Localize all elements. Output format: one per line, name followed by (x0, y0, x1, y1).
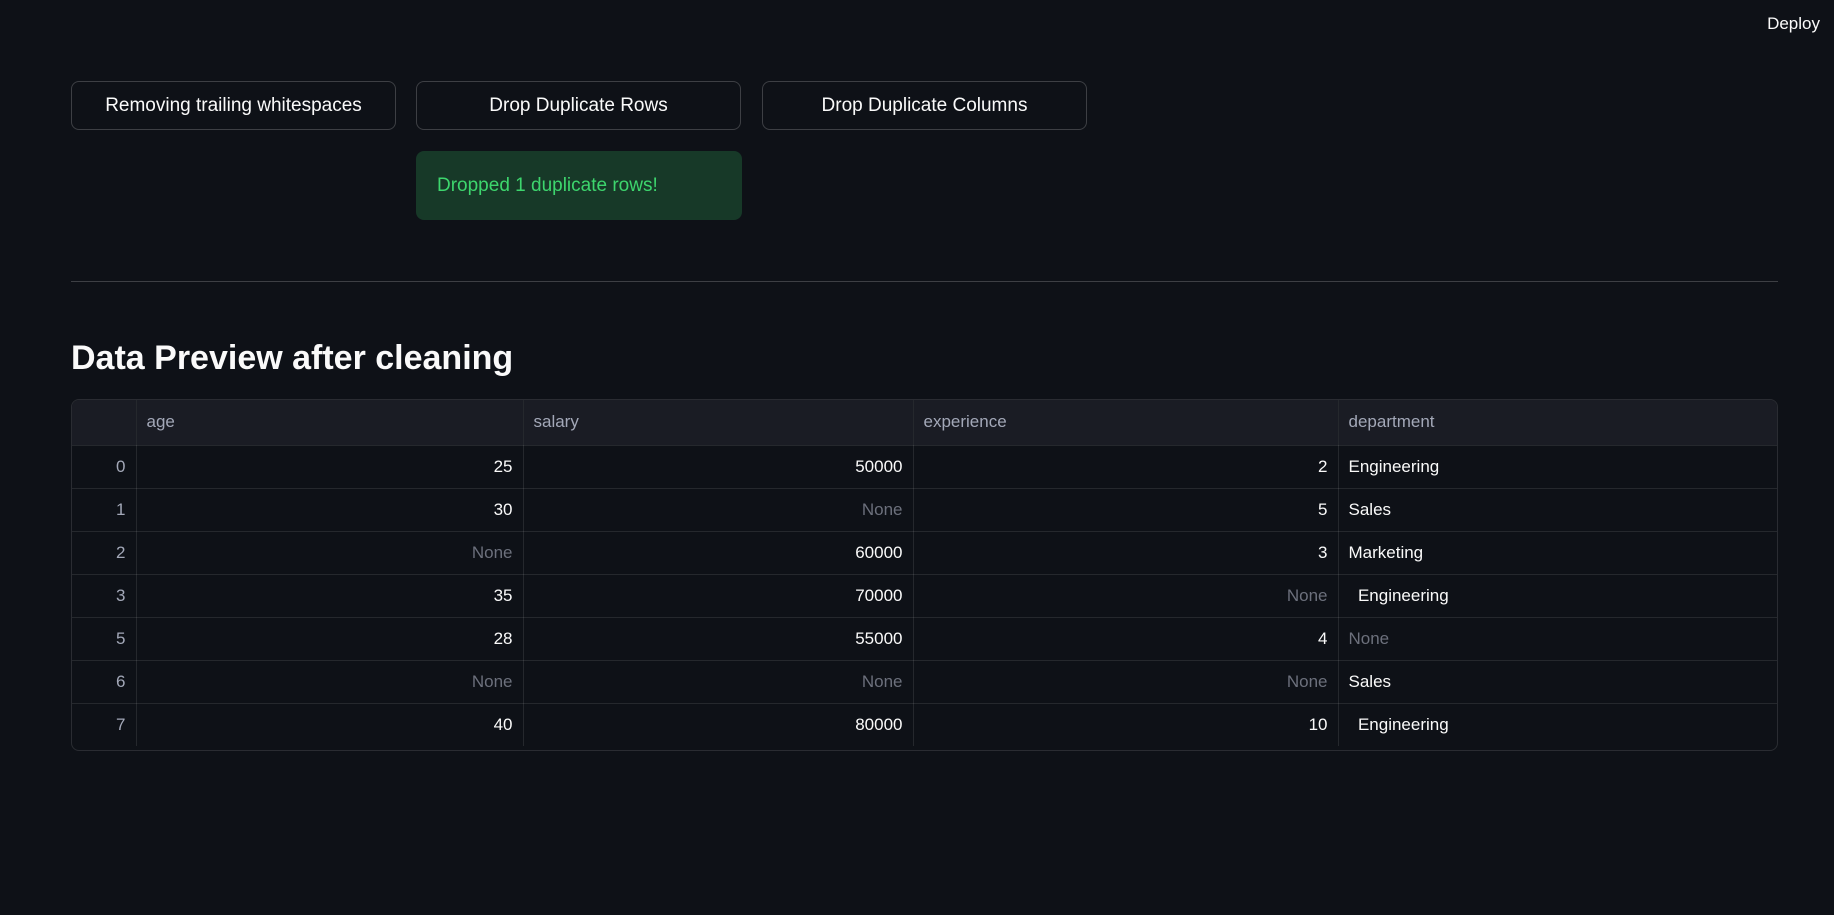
row-index-cell: 0 (72, 445, 137, 489)
age-cell[interactable]: None (136, 660, 524, 704)
row-index-cell: 2 (72, 531, 137, 575)
table-row: 2 None 60000 3 Marketing (72, 531, 1777, 575)
column-header-experience[interactable]: experience (913, 400, 1339, 446)
row-index-cell: 6 (72, 660, 137, 704)
table-header-row: age salary experience department (72, 400, 1777, 446)
experience-cell[interactable]: 2 (913, 445, 1339, 489)
experience-cell[interactable]: None (913, 574, 1339, 618)
salary-cell[interactable]: None (523, 488, 914, 532)
drop-duplicate-columns-button[interactable]: Drop Duplicate Columns (762, 81, 1087, 130)
table-row: 3 35 70000 None Engineering (72, 574, 1777, 618)
success-alert: Dropped 1 duplicate rows! (416, 151, 742, 220)
page-title: Data Preview after cleaning (71, 339, 514, 377)
salary-cell[interactable]: 80000 (523, 703, 914, 746)
index-column-header[interactable] (72, 400, 137, 446)
department-cell[interactable]: Sales (1338, 660, 1777, 704)
age-cell[interactable]: 40 (136, 703, 524, 746)
table-row: 1 30 None 5 Sales (72, 488, 1777, 532)
table-row: 0 25 50000 2 Engineering (72, 445, 1777, 489)
divider (71, 281, 1778, 282)
column-header-age[interactable]: age (136, 400, 524, 446)
salary-cell[interactable]: 50000 (523, 445, 914, 489)
table-row: 6 None None None Sales (72, 660, 1777, 704)
salary-cell[interactable]: 55000 (523, 617, 914, 661)
age-cell[interactable]: 30 (136, 488, 524, 532)
table-row: 7 40 80000 10 Engineering (72, 703, 1777, 746)
department-cell[interactable]: Engineering (1338, 703, 1777, 746)
age-cell[interactable]: 25 (136, 445, 524, 489)
experience-cell[interactable]: 4 (913, 617, 1339, 661)
data-preview-table[interactable]: age salary experience department 0 25 5000… (71, 399, 1778, 751)
department-cell[interactable]: None (1338, 617, 1777, 661)
column-header-salary[interactable]: salary (523, 400, 914, 446)
deploy-button[interactable]: Deploy (1767, 14, 1820, 34)
experience-cell[interactable]: 5 (913, 488, 1339, 532)
department-cell[interactable]: Marketing (1338, 531, 1777, 575)
age-cell[interactable]: None (136, 531, 524, 575)
age-cell[interactable]: 28 (136, 617, 524, 661)
department-cell[interactable]: Engineering (1338, 574, 1777, 618)
age-cell[interactable]: 35 (136, 574, 524, 618)
salary-cell[interactable]: None (523, 660, 914, 704)
department-cell[interactable]: Engineering (1338, 445, 1777, 489)
experience-cell[interactable]: 3 (913, 531, 1339, 575)
remove-trailing-whitespaces-button[interactable]: Removing trailing whitespaces (71, 81, 396, 130)
drop-duplicate-rows-button[interactable]: Drop Duplicate Rows (416, 81, 741, 130)
salary-cell[interactable]: 70000 (523, 574, 914, 618)
column-header-department[interactable]: department (1338, 400, 1777, 446)
table-row: 5 28 55000 4 None (72, 617, 1777, 661)
experience-cell[interactable]: 10 (913, 703, 1339, 746)
success-alert-message: Dropped 1 duplicate rows! (437, 174, 658, 196)
row-index-cell: 7 (72, 703, 137, 746)
department-cell[interactable]: Sales (1338, 488, 1777, 532)
experience-cell[interactable]: None (913, 660, 1339, 704)
row-index-cell: 1 (72, 488, 137, 532)
salary-cell[interactable]: 60000 (523, 531, 914, 575)
row-index-cell: 5 (72, 617, 137, 661)
row-index-cell: 3 (72, 574, 137, 618)
